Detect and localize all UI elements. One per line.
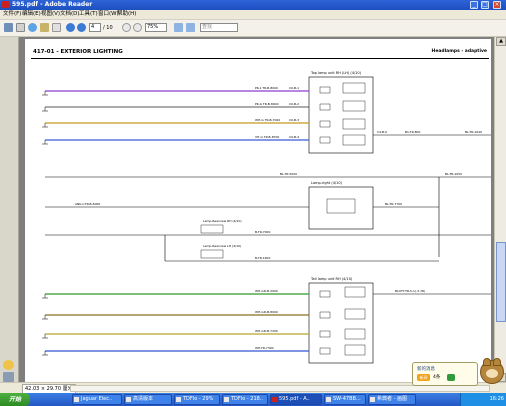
svg-text:C0-B-1: C0-B-1: [289, 86, 299, 90]
page-number-input[interactable]: 4: [89, 23, 101, 32]
search-input[interactable]: 查找: [200, 23, 238, 32]
svg-text:B-TR-7000: B-TR-7000: [255, 230, 270, 234]
menu-file[interactable]: 文件(F): [3, 10, 21, 19]
taskbar-item-2[interactable]: 高清版本: [124, 394, 172, 405]
pages-icon[interactable]: [3, 372, 14, 382]
taskbar-item-adobe-reader[interactable]: 595.pdf - A..: [270, 394, 322, 405]
menu-edit[interactable]: 编辑(E): [22, 10, 41, 19]
select-tool-icon[interactable]: [52, 23, 61, 32]
menu-view[interactable]: 视图(V): [41, 10, 60, 19]
rearview-lamp-rh: [200, 224, 224, 234]
notification-title: 新的消息: [417, 367, 435, 372]
svg-text:C0-B-3: C0-B-3: [289, 118, 299, 122]
svg-text:BL-TR-7700: BL-TR-7700: [385, 202, 402, 206]
svg-text:WH-GD-B-7200: WH-GD-B-7200: [255, 329, 278, 333]
toolbar: 4 / 10 75% 查找: [0, 20, 506, 37]
svg-text:WH-GD-B-2000: WH-GD-B-2000: [255, 289, 278, 293]
mid-box-title: Lamp-right (4/10): [311, 181, 343, 185]
svg-text:WH-G TR-B-7000: WH-G TR-B-7000: [255, 118, 280, 122]
top-box-title: Top lamp unit RH (LH) (4/10): [310, 71, 362, 75]
adobe-reader-icon: [2, 1, 9, 8]
status-indicator-icon: [447, 374, 455, 381]
svg-text:C4-B-0: C4-B-0: [377, 130, 387, 134]
svg-text:BL-TR-1050: BL-TR-1050: [445, 172, 462, 176]
menu-help[interactable]: 帮助(H): [117, 10, 136, 19]
svg-text:Lamp-Rearview RH (4/10): Lamp-Rearview RH (4/10): [203, 219, 242, 223]
notification-count: 4条: [433, 375, 441, 380]
taskbar-item-3[interactable]: TDFIo - 29%: [174, 394, 220, 405]
start-button[interactable]: 开始: [0, 393, 30, 406]
save-icon[interactable]: [16, 23, 25, 32]
zoom-level-input[interactable]: 75%: [145, 23, 167, 32]
svg-text:PK-G TR-B-8000: PK-G TR-B-8000: [255, 102, 279, 106]
mid-module: Lamp-right (4/10): [308, 181, 374, 230]
hand-tool-icon[interactable]: [40, 23, 49, 32]
cat-mascot-icon[interactable]: [480, 358, 504, 384]
svg-text:WH-GD-B-8000: WH-GD-B-8000: [255, 310, 278, 314]
svg-text:VH-G TR-B-8700: VH-G TR-B-8700: [255, 135, 279, 139]
svg-text:Lamp-Rearview LH (4/10): Lamp-Rearview LH (4/10): [203, 244, 241, 248]
zoom-out-icon[interactable]: [122, 23, 131, 32]
svg-text:BLOTT-TR-5-1(-3-7R): BLOTT-TR-5-1(-3-7R): [395, 289, 425, 293]
svg-text:BL-TR-1040: BL-TR-1040: [465, 130, 482, 134]
navigation-pane: [0, 37, 19, 382]
zoom-in-icon[interactable]: [133, 23, 142, 32]
scroll-up-icon[interactable]: ▲: [496, 37, 506, 46]
clock: 16:26: [489, 396, 504, 402]
svg-text:B1-TR-800: B1-TR-800: [405, 130, 420, 134]
taskbar-item-paint[interactable]: 希典者 - 画图: [368, 394, 416, 405]
lower-module: Tail lamp unit RH (4/10): [308, 277, 374, 364]
menu-window[interactable]: 窗口(W): [98, 10, 119, 19]
taskbar-item-4[interactable]: TDFIo - 218..: [222, 394, 268, 405]
svg-text:BL-TR-5000: BL-TR-5000: [280, 172, 297, 176]
title-bar: 595.pdf - Adobe Reader _ □ ×: [0, 0, 506, 10]
svg-text:C0-B-2: C0-B-2: [289, 102, 299, 106]
rearview-lamp-lh: [200, 249, 224, 259]
lower-box-title: Tail lamp unit RH (4/10): [310, 277, 353, 281]
system-tray: 16:26: [460, 393, 506, 406]
menu-document[interactable]: 文档(D): [60, 10, 80, 19]
previous-page-icon[interactable]: [66, 23, 75, 32]
menu-tools[interactable]: 工具(T): [79, 10, 98, 19]
pdf-page: 417-01 - EXTERIOR LIGHTING Headlamps - a…: [25, 39, 491, 382]
menu-bar: 文件(F) 编辑(E) 视图(V) 文档(D) 工具(T) 窗口(W) 帮助(H…: [0, 10, 506, 20]
minimize-button[interactable]: _: [470, 1, 478, 9]
notification-badge: 新闻: [417, 374, 430, 381]
svg-text:B-TR-1600: B-TR-1600: [255, 256, 270, 260]
fit-page-icon[interactable]: [174, 23, 183, 32]
taskbar-item-jaguar[interactable]: Jaguar Elec..: [72, 394, 122, 405]
scroll-thumb[interactable]: [496, 242, 506, 322]
svg-text:ANK-1-TR-B-6000: ANK-1-TR-B-6000: [75, 202, 100, 206]
top-module: Top lamp unit RH (LH) (4/10): [308, 71, 374, 154]
svg-text:C0-B-4: C0-B-4: [289, 135, 299, 139]
page-total: / 10: [103, 25, 113, 31]
taskbar: 开始 Jaguar Elec.. 高清版本 TDFIo - 29% TDFIo …: [0, 393, 506, 406]
close-button[interactable]: ×: [493, 1, 501, 9]
wiring-diagram: Top lamp unit RH (LH) (4/10) PK-1 TR-B-8…: [42, 71, 491, 364]
fit-width-icon[interactable]: [186, 23, 195, 32]
window-title: 595.pdf - Adobe Reader: [12, 1, 93, 8]
taskbar-item-6[interactable]: SW-47BB...: [324, 394, 366, 405]
horizontal-scrollbar[interactable]: [70, 385, 490, 392]
print-icon[interactable]: [4, 23, 13, 32]
next-page-icon[interactable]: [77, 23, 86, 32]
notification-popup[interactable]: 新的消息 新闻 4条: [412, 362, 478, 386]
attachments-icon[interactable]: [3, 360, 14, 370]
maximize-button[interactable]: □: [481, 1, 489, 9]
email-icon[interactable]: [28, 23, 37, 32]
svg-text:WH-TR-7300: WH-TR-7300: [255, 346, 274, 350]
svg-text:PK-1 TR-B-8000: PK-1 TR-B-8000: [255, 86, 278, 90]
vertical-scrollbar[interactable]: ▲ ▼: [494, 37, 506, 382]
document-view[interactable]: 417-01 - EXTERIOR LIGHTING Headlamps - a…: [19, 37, 494, 382]
